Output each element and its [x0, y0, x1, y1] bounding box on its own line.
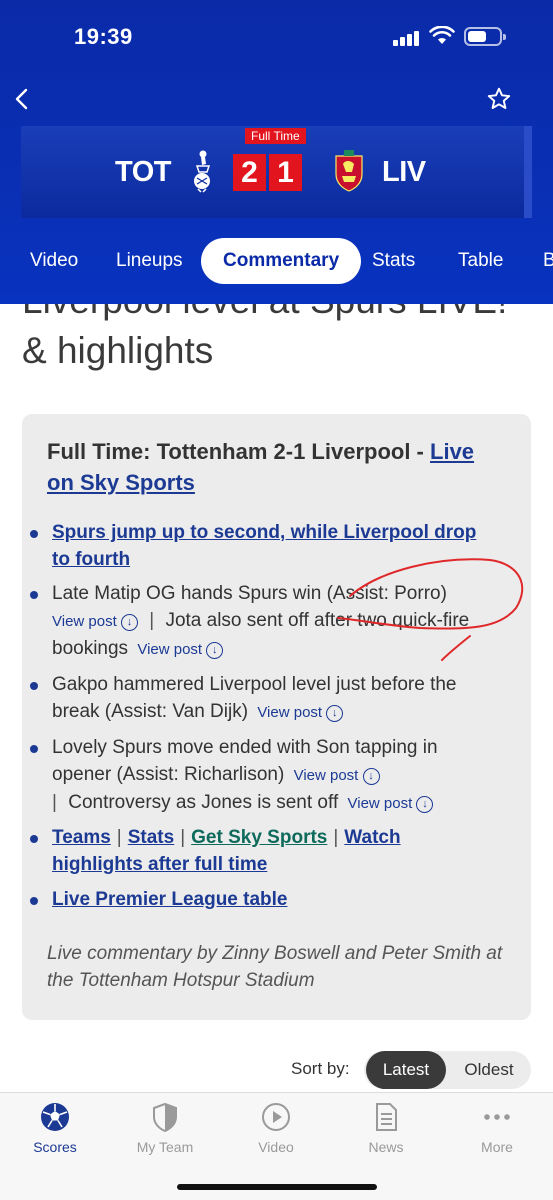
teams-link[interactable]: Teams: [52, 827, 111, 848]
view-post-link[interactable]: View post ↓: [52, 613, 138, 631]
nav-video-label: Video: [258, 1139, 294, 1155]
tab-more[interactable]: B: [543, 238, 553, 284]
son-opener-text: Lovely Spurs move ended with Son tapping…: [52, 737, 438, 785]
jones-sent-off-text: Controversy as Jones is sent off: [68, 792, 339, 813]
list-item: Teams | Stats | Get Sky Sports | Watch highlig…: [30, 824, 492, 878]
status-time: 19:39: [74, 24, 133, 49]
nav-my-team-label: My Team: [136, 1139, 194, 1155]
nav-news[interactable]: News: [341, 1101, 431, 1155]
tab-commentary[interactable]: Commentary: [201, 238, 362, 284]
tab-lineups[interactable]: Lineups: [116, 238, 183, 284]
signal-icon: [393, 30, 421, 46]
separator: |: [180, 827, 186, 848]
away-team-abbr: LIV: [382, 156, 426, 188]
liverpool-crest-icon: [335, 150, 363, 192]
league-position-link[interactable]: Spurs jump up to second, while Liverpool…: [52, 522, 476, 570]
arrow-down-icon: ↓: [416, 795, 434, 813]
arrow-down-icon: ↓: [206, 641, 224, 659]
list-item: Lovely Spurs move ended with Son tapping…: [30, 734, 492, 817]
list-item: Late Matip OG hands Spurs win (Assist: P…: [30, 580, 492, 663]
get-sky-sports-link[interactable]: Get Sky Sports: [191, 827, 327, 848]
battery-icon: [464, 27, 506, 46]
separator: |: [52, 792, 57, 813]
nav-video[interactable]: Video: [231, 1101, 321, 1155]
away-score: 1: [269, 154, 302, 191]
tottenham-crest-icon: [194, 150, 211, 193]
nav-scores-label: Scores: [33, 1139, 77, 1155]
list-item: Spurs jump up to second, while Liverpool…: [30, 519, 492, 573]
view-post-link[interactable]: View post ↓: [257, 704, 344, 722]
list-item: Live Premier League table: [30, 886, 492, 913]
premier-league-table-link[interactable]: Live Premier League table: [52, 889, 288, 910]
back-chevron-icon[interactable]: [10, 84, 36, 114]
summary-headline: Full Time: Tottenham 2-1 Liverpool - Liv…: [47, 436, 507, 498]
nav-my-team[interactable]: My Team: [120, 1101, 210, 1155]
nav-more[interactable]: More: [452, 1101, 542, 1155]
view-post-link[interactable]: View post ↓: [294, 767, 380, 785]
sort-oldest-button[interactable]: Oldest: [450, 1051, 528, 1089]
arrow-down-icon: ↓: [326, 704, 344, 722]
list-item: Gakpo hammered Liverpool level just befo…: [30, 671, 492, 726]
document-icon: [376, 1103, 397, 1131]
nav-news-label: News: [368, 1139, 404, 1155]
home-indicator: [177, 1184, 377, 1190]
matip-og-text: Late Matip OG hands Spurs win (Assist: P…: [52, 583, 447, 604]
match-header: 19:39 Full Time TOT 2 1 LIV Video Lineup…: [0, 0, 553, 304]
arrow-down-icon: ↓: [362, 767, 380, 785]
gakpo-text: Gakpo hammered Liverpool level just befo…: [52, 674, 457, 722]
arrow-down-icon: ↓: [120, 613, 138, 631]
nav-scores[interactable]: Scores: [10, 1101, 100, 1155]
status-bar: 19:39: [0, 0, 553, 76]
home-score: 2: [233, 154, 266, 191]
tab-video[interactable]: Video: [30, 238, 78, 284]
separator: |: [149, 610, 155, 631]
sort-label: Sort by:: [291, 1059, 350, 1078]
stats-link[interactable]: Stats: [128, 827, 174, 848]
headline-text: Full Time: Tottenham 2-1 Liverpool -: [47, 439, 424, 464]
sort-latest-button[interactable]: Latest: [366, 1051, 446, 1089]
more-dots-icon: [484, 1114, 510, 1120]
tab-table[interactable]: Table: [458, 238, 503, 284]
tab-stats[interactable]: Stats: [372, 238, 415, 284]
view-post-link[interactable]: View post ↓: [137, 641, 224, 659]
match-tabs: Video Lineups Commentary Stats Table B: [0, 238, 553, 284]
nav-more-label: More: [481, 1139, 513, 1155]
full-time-badge: Full Time: [245, 128, 306, 144]
play-icon: [262, 1103, 290, 1131]
scoreboard: Full Time TOT 2 1 LIV: [21, 126, 532, 218]
article-title-end: & highlights: [22, 330, 214, 371]
commentary-credit: Live commentary by Zinny Boswell and Pet…: [47, 943, 503, 991]
view-post-link[interactable]: View post ↓: [348, 795, 434, 813]
wifi-icon: [429, 26, 455, 44]
home-team-abbr: TOT: [115, 156, 171, 188]
favourite-star-icon[interactable]: [486, 86, 512, 112]
football-icon: [41, 1103, 69, 1131]
separator: |: [333, 827, 339, 848]
shield-icon: [153, 1102, 177, 1133]
separator: |: [116, 827, 122, 848]
sort-toggle: Latest Oldest: [364, 1051, 531, 1089]
